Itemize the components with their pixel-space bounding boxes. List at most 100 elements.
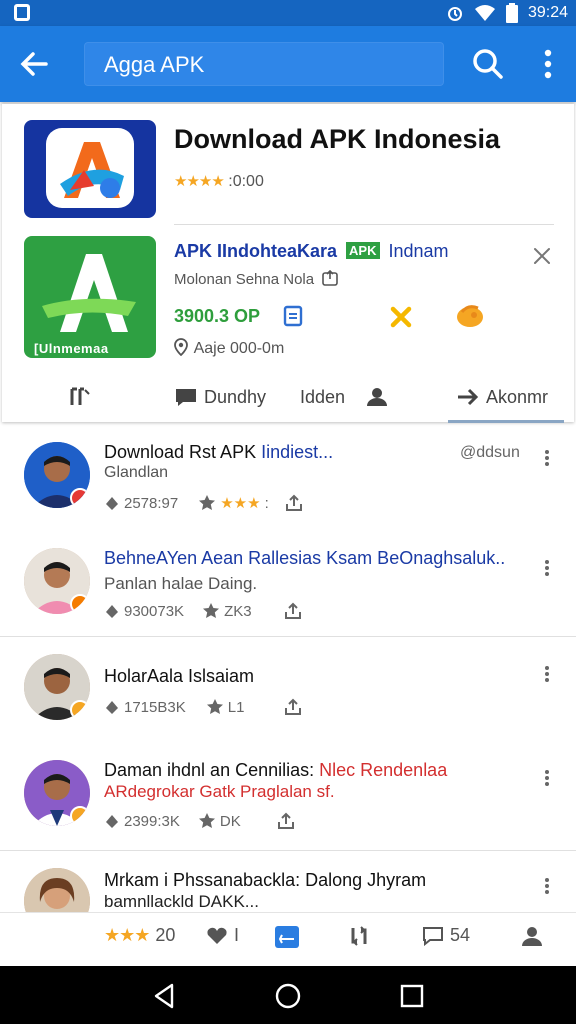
list-item[interactable]: Daman ihdnl an Cennilias: Nlec Rendenlaa… — [0, 746, 576, 850]
tab-reply[interactable] — [68, 380, 92, 414]
wave-hand-icon[interactable] — [454, 300, 486, 330]
rating-count: 20 — [155, 925, 176, 945]
item-title: BehneAYen Aean Rallesias Ksam BeOnaghsal… — [104, 548, 506, 568]
back-nav-icon[interactable] — [150, 982, 178, 1010]
comment-count: 54 — [450, 925, 471, 945]
battery-icon — [505, 3, 518, 23]
item-subtitle: Panlan halae Daing. — [104, 574, 258, 593]
person-icon — [522, 927, 542, 946]
app-title: Download APK Indonesia — [174, 124, 501, 154]
stat-rating[interactable]: ★★★ : — [198, 494, 269, 512]
thumb-icon — [106, 605, 118, 618]
like-action[interactable]: I — [206, 925, 239, 946]
document-icon[interactable] — [282, 304, 304, 328]
tab-account[interactable]: Akonmr — [456, 380, 548, 414]
stat-views[interactable]: 2578:97 — [104, 495, 178, 512]
avatar[interactable] — [24, 760, 90, 826]
verified-badge-icon — [70, 700, 90, 720]
status-bar: 39:24 — [0, 0, 576, 26]
item-title: Download Rst APK Iindiest... — [104, 442, 334, 462]
back-arrow-icon[interactable] — [16, 46, 52, 82]
forward-arrow-icon — [458, 388, 479, 406]
sub-app-price: 3900.3 OP — [174, 306, 261, 326]
tab-comments-label: Dundhy — [204, 386, 267, 407]
heart-icon — [207, 927, 227, 944]
item-stats: 2399:3K DK — [104, 812, 295, 830]
item-more-icon[interactable] — [540, 876, 554, 900]
stat-views[interactable]: 930073K — [104, 603, 184, 620]
rating-action[interactable]: ★★★ 20 — [104, 925, 175, 946]
sub-app-brand: [Ulnmemaa — [34, 341, 109, 356]
tab-comments[interactable]: Dundhy — [174, 380, 266, 414]
stat-views[interactable]: 1715B3K — [104, 699, 186, 716]
tabs-row: Dundhy Idden Akonmr — [2, 372, 574, 423]
sub-app-title[interactable]: APK IIndohteaKara APK Indnam — [174, 241, 449, 262]
home-nav-icon[interactable] — [274, 982, 302, 1010]
item-stats: 1715B3K L1 — [104, 698, 302, 716]
repost-action[interactable] — [348, 925, 370, 947]
item-subtitle: ARdegrokar Gatk Praglalan sf. — [104, 782, 335, 801]
share-box-icon[interactable] — [322, 269, 339, 286]
tab-hidden[interactable]: Idden — [300, 380, 389, 414]
notification-icon — [14, 4, 30, 21]
stat-views[interactable]: 2399:3K — [104, 813, 180, 830]
item-more-icon[interactable] — [540, 768, 554, 792]
tab-hidden-label: Idden — [300, 386, 346, 407]
list-item[interactable]: BehneAYen Aean Rallesias Ksam BeOnaghsal… — [0, 528, 576, 636]
close-icon[interactable] — [530, 244, 554, 268]
people-icon — [367, 388, 388, 406]
search-text: Agga APK — [104, 52, 205, 77]
cross-icon[interactable] — [388, 304, 414, 330]
comment-action[interactable]: 54 — [422, 925, 470, 946]
share-icon[interactable] — [277, 812, 295, 830]
verified-badge-icon — [70, 806, 90, 826]
comment-icon — [423, 926, 443, 946]
sub-app-title-tail: Indnam — [388, 241, 449, 261]
chat-icon — [176, 389, 196, 406]
status-time: 39:24 — [527, 4, 568, 21]
sub-app-logo-icon[interactable]: [Ulnmemaa — [24, 236, 156, 358]
apk-badge: APK — [346, 242, 380, 259]
item-subtitle: Glandlan — [104, 464, 169, 481]
location-pin-icon — [174, 338, 188, 357]
list-item[interactable]: HolarAala Islsaiam 1715B3K L1 — [0, 636, 576, 746]
rating-text: :0:00 — [228, 173, 264, 190]
recents-nav-icon[interactable] — [398, 982, 426, 1010]
sub-app-location: Aaje 000-0m — [174, 338, 284, 358]
profile-action[interactable] — [520, 925, 544, 947]
thumb-icon — [106, 701, 118, 714]
compose-icon — [275, 926, 299, 948]
share-icon[interactable] — [285, 494, 303, 512]
item-more-icon[interactable] — [540, 664, 554, 688]
tab-account-label: Akonmr — [486, 386, 549, 407]
stat-rating[interactable]: ZK3 — [202, 602, 252, 620]
item-more-icon[interactable] — [540, 558, 554, 582]
verified-badge-icon — [70, 594, 90, 614]
wifi-icon — [474, 5, 495, 21]
share-icon[interactable] — [284, 602, 302, 620]
avatar[interactable] — [24, 654, 90, 720]
more-vert-icon[interactable] — [536, 48, 560, 82]
divider — [174, 224, 554, 225]
sub-app-title-text: APK IIndohteaKara — [174, 241, 338, 261]
thumb-icon — [106, 815, 118, 828]
like-count: I — [234, 925, 240, 945]
stat-rating[interactable]: DK — [198, 812, 241, 830]
avatar[interactable] — [24, 548, 90, 614]
app-detail-card: Download APK Indonesia ★★★★ :0:00 [Ulnme… — [2, 104, 574, 423]
star-icon — [203, 603, 220, 618]
bottom-action-bar: ★★★ 20 I 54 — [0, 912, 576, 966]
list-item[interactable]: Download Rst APK Iindiest... @ddsun Glan… — [0, 424, 576, 528]
search-input[interactable]: Agga APK — [84, 42, 444, 86]
item-more-icon[interactable] — [540, 448, 554, 472]
app-rating: ★★★★ :0:00 — [174, 172, 264, 191]
avatar[interactable] — [24, 442, 90, 508]
system-nav-bar — [0, 966, 576, 1024]
stat-rating[interactable]: L1 — [206, 698, 244, 716]
share-icon[interactable] — [284, 698, 302, 716]
thumb-icon — [106, 497, 118, 510]
compose-action[interactable] — [274, 925, 300, 949]
verified-badge-icon — [70, 488, 90, 508]
search-icon[interactable] — [470, 46, 506, 82]
app-logo-icon[interactable] — [24, 120, 156, 218]
